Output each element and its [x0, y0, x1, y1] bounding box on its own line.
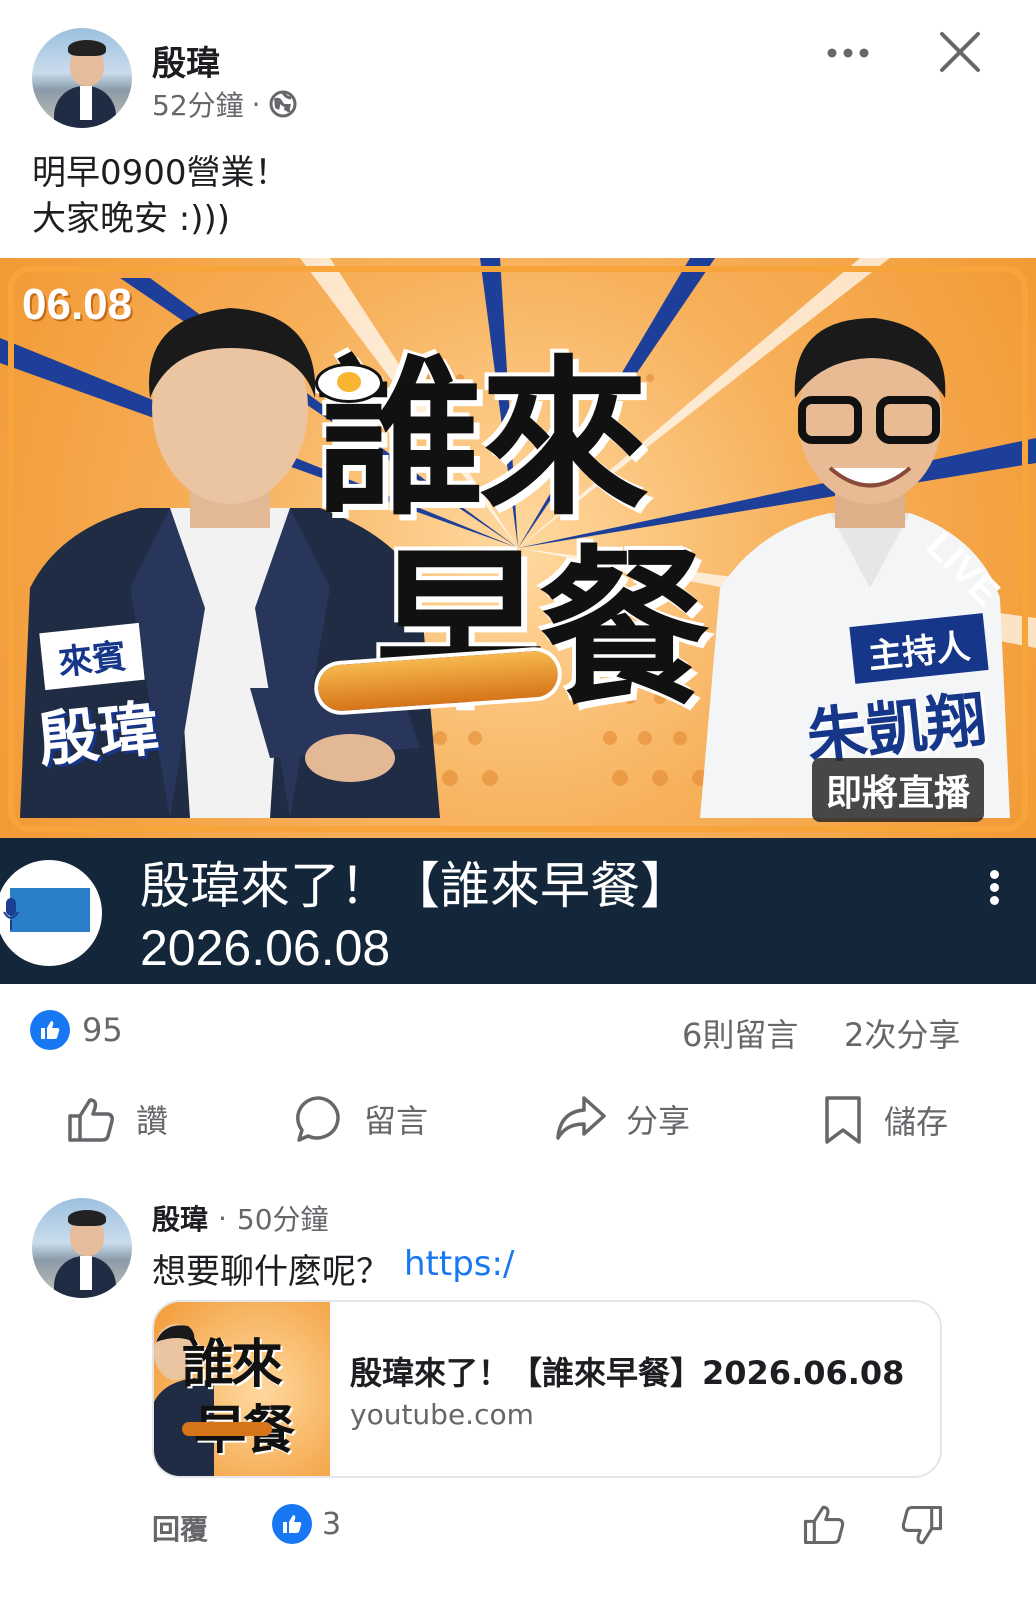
- comment-like-reaction-icon: [272, 1504, 312, 1544]
- comment-label: 留言: [364, 1102, 429, 1140]
- link-thumb-title-line1: 誰來: [182, 1335, 283, 1395]
- link-preview-domain: youtube.com: [350, 1398, 534, 1431]
- post-time[interactable]: 52分鐘: [152, 84, 244, 124]
- share-button[interactable]: 分享: [554, 1094, 690, 1144]
- video-title[interactable]: 殷瑋來了！【誰來早餐】: [140, 856, 690, 916]
- meta-separator: ·: [251, 87, 261, 121]
- share-label: 分享: [626, 1102, 691, 1140]
- globe-icon: [269, 90, 297, 118]
- reply-button[interactable]: 回覆: [152, 1508, 208, 1548]
- author-name[interactable]: 殷瑋: [152, 36, 220, 85]
- post-meta: 52分鐘 ·: [152, 84, 297, 124]
- comment-like-icon[interactable]: [802, 1502, 846, 1546]
- share-count[interactable]: 2次分享: [844, 1010, 960, 1056]
- link-preview-card[interactable]: 誰來 早餐 殷瑋來了！【誰來早餐】2026.06.08 youtube.com: [152, 1300, 942, 1478]
- comment-link[interactable]: https:/: [404, 1244, 514, 1293]
- comment-time[interactable]: 50分鐘: [237, 1198, 329, 1238]
- post-text-line1: 明早0900營業！: [32, 153, 289, 193]
- video-date: 2026.06.08: [140, 920, 391, 976]
- link-preview-title: 殷瑋來了！【誰來早餐】2026.06.08: [350, 1354, 905, 1392]
- thumbnail-date: 06.08: [22, 280, 133, 329]
- live-soon-label: 即將直播: [812, 758, 985, 822]
- egg-graphic: [318, 366, 380, 400]
- comment-reactions[interactable]: 3: [272, 1504, 341, 1544]
- commenter-name[interactable]: 殷瑋: [152, 1198, 208, 1238]
- reactions-summary[interactable]: 95: [30, 1010, 123, 1050]
- guest-name: 殷瑋: [35, 693, 162, 777]
- comment-body: 想要聊什麼呢？ https:/: [152, 1244, 514, 1293]
- comment-bubble-icon: [296, 1096, 340, 1142]
- like-reaction-icon: [30, 1010, 70, 1050]
- like-button[interactable]: 讚: [66, 1094, 168, 1144]
- like-label: 讚: [136, 1102, 169, 1140]
- video-menu-icon[interactable]: [986, 866, 1002, 909]
- save-label: 儲存: [884, 1103, 949, 1141]
- comment-header: 殷瑋 · 50分鐘: [152, 1198, 329, 1238]
- comment-button[interactable]: 留言: [294, 1094, 428, 1144]
- link-preview-thumbnail: 誰來 早餐: [154, 1302, 330, 1476]
- like-count: 95: [82, 1011, 123, 1049]
- comment-reaction-count: 3: [322, 1506, 342, 1542]
- commenter-avatar[interactable]: [32, 1198, 132, 1298]
- bookmark-icon: [825, 1096, 861, 1144]
- comment-separator: ·: [218, 1201, 227, 1235]
- comment-count[interactable]: 6則留言: [682, 1010, 798, 1056]
- channel-logo[interactable]: [0, 860, 102, 966]
- microphone-icon: [3, 898, 19, 930]
- post-text: 明早0900營業！ 大家晚安 :))): [32, 150, 289, 242]
- guest-badge: 來賓: [39, 622, 145, 691]
- comment-text: 想要聊什麼呢？: [152, 1252, 390, 1292]
- close-icon[interactable]: [938, 30, 982, 74]
- more-options-icon[interactable]: [826, 38, 870, 68]
- video-info-bar[interactable]: 殷瑋來了！【誰來早餐】 2026.06.08: [0, 838, 1036, 984]
- author-avatar[interactable]: [32, 28, 132, 128]
- post-text-line2: 大家晚安 :))): [32, 199, 231, 239]
- thumbs-up-icon: [68, 1098, 114, 1142]
- share-arrow-icon: [556, 1096, 606, 1140]
- comment-dislike-icon[interactable]: [900, 1504, 944, 1548]
- save-button[interactable]: 儲存: [822, 1094, 948, 1146]
- video-thumbnail[interactable]: 06.08 LIVE 誰來 早餐 來賓 殷瑋 主持人 朱凱翔 即將直播: [0, 258, 1036, 838]
